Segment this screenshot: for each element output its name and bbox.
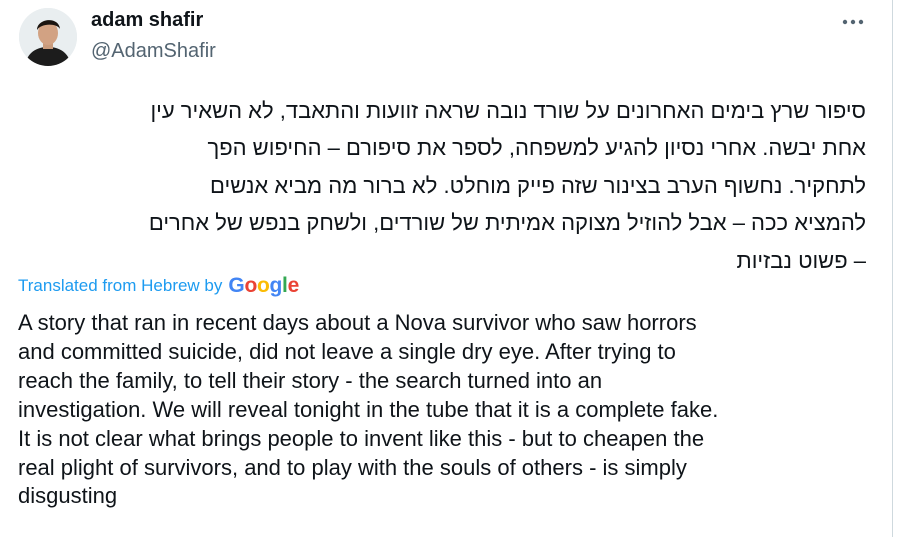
hebrew-line: להמציא ככה – אבל להוזיל מצוקה אמיתית של … <box>148 210 866 236</box>
translation-label: Translated from Hebrew by <box>18 276 223 295</box>
english-line: and committed suicide, did not leave a s… <box>18 338 676 364</box>
hebrew-line: סיפור שרץ בימים האחרונים על שורד נובה שר… <box>150 98 866 123</box>
english-line: reach the family, to tell their story - … <box>18 367 603 393</box>
translation-attribution[interactable]: Translated from Hebrew by Google <box>18 274 299 298</box>
english-line: investigation. We will reveal tonight in… <box>18 396 719 422</box>
avatar[interactable] <box>19 8 77 66</box>
english-line: disgusting <box>18 483 118 509</box>
author-name[interactable]: adam shafir <box>91 9 203 32</box>
author-handle[interactable]: @AdamShafir <box>91 40 216 63</box>
english-line: A story that ran in recent days about a … <box>18 310 697 335</box>
hebrew-line: לתחקיר. נחשוף הערב בצינור שזה פייק מוחלט… <box>210 172 866 198</box>
google-logo: Google <box>228 274 299 297</box>
more-horizontal-icon <box>842 19 864 25</box>
english-line: It is not clear what brings people to in… <box>18 425 705 451</box>
more-options-button[interactable] <box>838 10 868 34</box>
english-line: real plight of survivors, and to play wi… <box>18 454 687 480</box>
tweet-text-translation: A story that ran in recent days about a … <box>18 309 878 511</box>
tweet-text-hebrew: סיפור שרץ בימים האחרונים על שורד נובה שר… <box>18 92 866 279</box>
avatar-photo <box>19 8 77 66</box>
hebrew-line: אחת יבשה. אחרי נסיון להגיע למשפחה, לספר … <box>207 135 866 161</box>
tweet-card: adam shafir @AdamShafir סיפור שרץ בימים … <box>0 0 893 537</box>
